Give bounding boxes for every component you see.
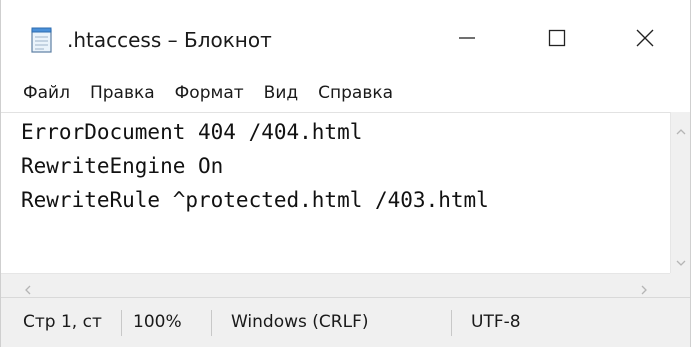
menu-view[interactable]: Вид <box>256 78 306 108</box>
scroll-down-icon[interactable] <box>675 253 687 266</box>
menu-bar: Файл Правка Формат Вид Справка <box>1 76 690 110</box>
menu-edit[interactable]: Правка <box>82 78 163 108</box>
status-separator <box>211 310 212 336</box>
status-cursor-position: Стр 1, ст <box>23 312 102 332</box>
window-title: .htaccess – Блокнот <box>67 28 272 52</box>
menu-help[interactable]: Справка <box>310 78 401 108</box>
status-encoding: UTF-8 <box>471 312 521 332</box>
editor-line: RewriteRule ^protected.html /403.html <box>21 188 489 212</box>
scroll-up-icon[interactable] <box>675 122 687 135</box>
editor-line: RewriteEngine On <box>21 154 224 178</box>
close-button[interactable] <box>601 12 689 68</box>
maximize-button[interactable] <box>513 12 601 68</box>
notepad-window: .htaccess – Блокнот Файл Правка Формат В… <box>0 0 691 347</box>
minimize-icon <box>458 29 476 51</box>
status-separator <box>451 310 452 336</box>
text-editor[interactable]: ErrorDocument 404 /404.html RewriteEngin… <box>1 112 670 274</box>
title-bar[interactable]: .htaccess – Блокнот <box>1 0 690 74</box>
editor-line: ErrorDocument 404 /404.html <box>21 120 363 144</box>
status-bar: Стр 1, ст 100% Windows (CRLF) UTF-8 <box>1 297 690 347</box>
horizontal-scrollbar[interactable] <box>1 273 670 297</box>
maximize-icon <box>548 29 566 51</box>
scroll-left-icon[interactable] <box>23 281 33 295</box>
status-line-endings: Windows (CRLF) <box>231 312 369 332</box>
minimize-button[interactable] <box>423 12 511 68</box>
vertical-scrollbar[interactable] <box>670 112 690 273</box>
scrollbar-corner <box>670 273 690 297</box>
scroll-right-icon[interactable] <box>639 281 649 295</box>
status-zoom: 100% <box>133 312 182 332</box>
close-icon <box>636 29 654 51</box>
notepad-icon <box>31 27 53 53</box>
menu-file[interactable]: Файл <box>15 78 78 108</box>
status-separator <box>121 310 122 336</box>
menu-format[interactable]: Формат <box>167 78 252 108</box>
